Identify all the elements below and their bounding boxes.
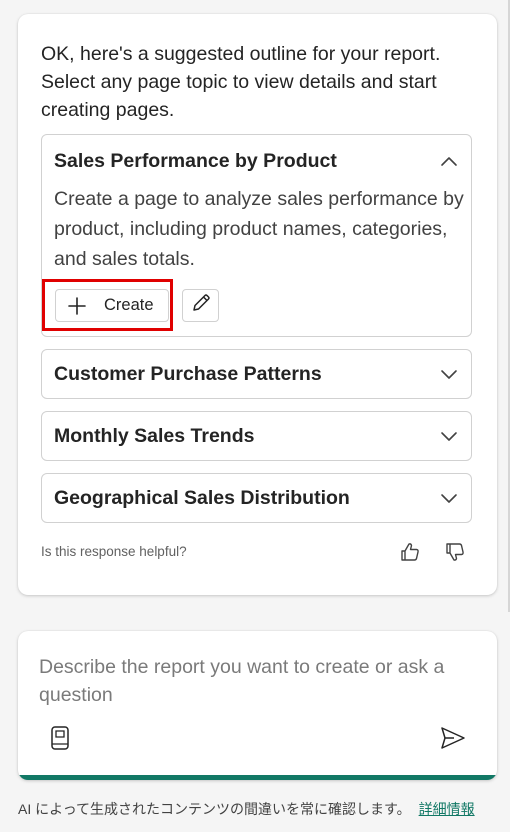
chevron-down-icon[interactable]: [439, 426, 459, 446]
prompt-guide-icon[interactable]: [47, 725, 73, 751]
prompt-input[interactable]: Describe the report you want to create o…: [39, 653, 479, 709]
topic-geographical-sales[interactable]: Geographical Sales Distribution: [41, 473, 472, 523]
topic-customer-purchase[interactable]: Customer Purchase Patterns: [41, 349, 472, 399]
topic-title: Geographical Sales Distribution: [54, 486, 350, 509]
feedback-prompt: Is this response helpful?: [41, 544, 187, 559]
topic-title: Sales Performance by Product: [54, 149, 337, 172]
edit-topic-button[interactable]: [182, 289, 219, 322]
send-icon[interactable]: [440, 725, 466, 751]
chevron-up-icon[interactable]: [439, 151, 459, 171]
chevron-down-icon[interactable]: [439, 488, 459, 508]
topic-monthly-sales[interactable]: Monthly Sales Trends: [41, 411, 472, 461]
topic-header-monthly-sales[interactable]: Monthly Sales Trends: [54, 412, 459, 460]
pencil-icon: [190, 292, 212, 319]
prompt-composer: Describe the report you want to create o…: [18, 631, 497, 780]
topic-title: Monthly Sales Trends: [54, 424, 255, 447]
create-button-label: Create: [104, 296, 154, 314]
thumbs-down-icon[interactable]: [443, 540, 467, 564]
create-page-button[interactable]: Create: [55, 289, 169, 322]
thumbs-up-icon[interactable]: [398, 540, 422, 564]
copilot-response-card: OK, here's a suggested outline for your …: [18, 14, 497, 595]
learn-more-link[interactable]: 詳細情報: [419, 801, 475, 817]
composer-accent-bar: [18, 775, 497, 780]
topic-title: Customer Purchase Patterns: [54, 362, 322, 385]
topic-sales-performance: Sales Performance by Product Create a pa…: [41, 134, 472, 337]
chevron-down-icon[interactable]: [439, 364, 459, 384]
topic-header-geographical-sales[interactable]: Geographical Sales Distribution: [54, 474, 459, 522]
ai-disclaimer: AI によって生成されたコンテンツの間違いを常に確認します。 詳細情報: [18, 797, 498, 821]
response-intro-text: OK, here's a suggested outline for your …: [41, 43, 441, 121]
disclaimer-text: AI によって生成されたコンテンツの間違いを常に確認します。: [18, 801, 411, 817]
topic-header-sales-performance[interactable]: Sales Performance by Product: [54, 137, 459, 185]
topic-header-customer-purchase[interactable]: Customer Purchase Patterns: [54, 350, 459, 398]
plus-icon: [68, 296, 86, 315]
topic-description: Create a page to analyze sales performan…: [54, 188, 464, 270]
